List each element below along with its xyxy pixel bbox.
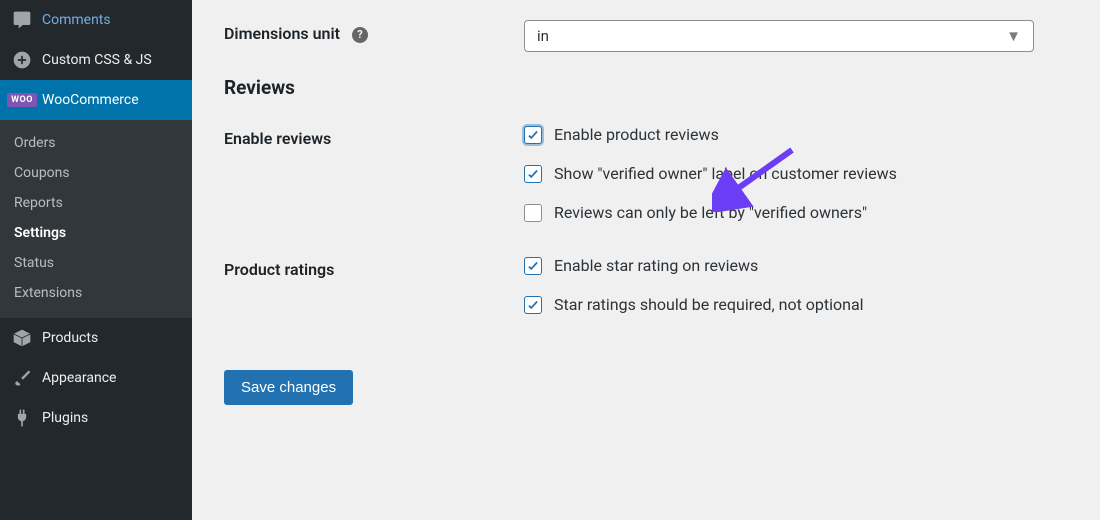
- plug-icon: [12, 408, 32, 428]
- chevron-down-icon: ▼: [1006, 27, 1021, 45]
- enable-reviews-label: Enable reviews: [224, 125, 524, 148]
- sidebar-item-products[interactable]: Products: [0, 318, 192, 358]
- submenu-item-orders[interactable]: Orders: [0, 128, 192, 158]
- check-enable-star-rating[interactable]: Enable star rating on reviews: [524, 256, 1072, 275]
- dimensions-unit-label: Dimensions unit ?: [224, 20, 524, 43]
- submenu-item-extensions[interactable]: Extensions: [0, 278, 192, 308]
- sidebar-label: Appearance: [42, 370, 116, 386]
- checkbox-icon: [524, 257, 542, 275]
- submenu-item-status[interactable]: Status: [0, 248, 192, 278]
- woocommerce-icon: WOO: [12, 90, 32, 110]
- admin-sidebar: Comments Custom CSS & JS WOO WooCommerce…: [0, 0, 192, 520]
- sidebar-item-plugins[interactable]: Plugins: [0, 398, 192, 438]
- submenu-item-settings[interactable]: Settings: [0, 218, 192, 248]
- plus-circle-icon: [12, 50, 32, 70]
- check-verified-only[interactable]: Reviews can only be left by "verified ow…: [524, 203, 1072, 222]
- sidebar-label: Products: [42, 330, 98, 346]
- checkbox-icon: [524, 296, 542, 314]
- sidebar-item-custom-css-js[interactable]: Custom CSS & JS: [0, 40, 192, 80]
- help-icon[interactable]: ?: [352, 27, 368, 43]
- product-ratings-label: Product ratings: [224, 256, 524, 279]
- box-icon: [12, 328, 32, 348]
- sidebar-label: Plugins: [42, 410, 88, 426]
- sidebar-label: Custom CSS & JS: [42, 52, 152, 68]
- submenu-item-coupons[interactable]: Coupons: [0, 158, 192, 188]
- check-enable-product-reviews[interactable]: Enable product reviews: [524, 125, 1072, 144]
- dimensions-unit-select[interactable]: in ▼: [524, 20, 1034, 52]
- check-label: Show "verified owner" label on customer …: [554, 164, 897, 183]
- brush-icon: [12, 368, 32, 388]
- sidebar-label: WooCommerce: [42, 92, 139, 108]
- checkbox-icon: [524, 165, 542, 183]
- row-product-ratings: Product ratings Enable star rating on re…: [224, 256, 1072, 314]
- save-changes-button[interactable]: Save changes: [224, 370, 353, 405]
- woocommerce-submenu: Orders Coupons Reports Settings Status E…: [0, 120, 192, 318]
- submenu-item-reports[interactable]: Reports: [0, 188, 192, 218]
- row-enable-reviews: Enable reviews Enable product reviews Sh…: [224, 125, 1072, 222]
- checkbox-icon: [524, 204, 542, 222]
- checkbox-icon: [524, 126, 542, 144]
- check-label: Reviews can only be left by "verified ow…: [554, 203, 867, 222]
- settings-panel: Dimensions unit ? in ▼ Reviews Enable re…: [192, 0, 1100, 520]
- check-label: Enable product reviews: [554, 125, 719, 144]
- comment-icon: [12, 10, 32, 30]
- reviews-heading: Reviews: [224, 76, 1072, 99]
- sidebar-item-appearance[interactable]: Appearance: [0, 358, 192, 398]
- sidebar-item-comments[interactable]: Comments: [0, 0, 192, 40]
- sidebar-item-woocommerce[interactable]: WOO WooCommerce: [0, 80, 192, 120]
- check-star-required[interactable]: Star ratings should be required, not opt…: [524, 295, 1072, 314]
- check-label: Star ratings should be required, not opt…: [554, 295, 864, 314]
- check-verified-owner-label[interactable]: Show "verified owner" label on customer …: [524, 164, 1072, 183]
- check-label: Enable star rating on reviews: [554, 256, 758, 275]
- sidebar-label: Comments: [42, 12, 111, 28]
- row-dimensions-unit: Dimensions unit ? in ▼: [224, 20, 1072, 52]
- select-value: in: [537, 27, 549, 45]
